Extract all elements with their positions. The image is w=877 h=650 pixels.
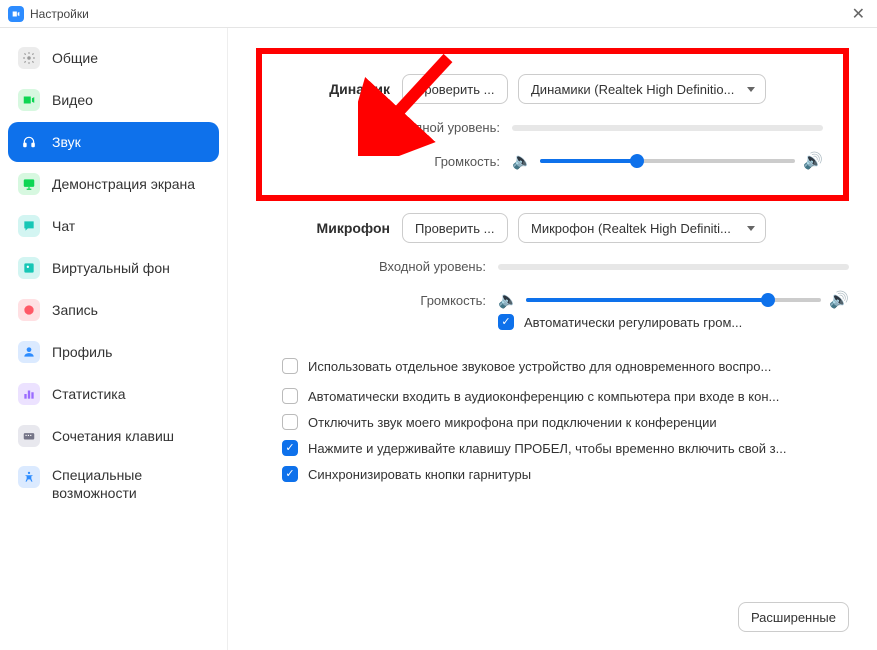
volume-low-icon: 🔈 (498, 290, 518, 310)
option-label: Синхронизировать кнопки гарнитуры (308, 467, 531, 482)
sidebar-label: Сочетания клавиш (52, 428, 174, 444)
advanced-button[interactable]: Расширенные (738, 602, 849, 632)
option-label: Автоматически входить в аудиоконференцию… (308, 389, 779, 404)
sidebar-label: Профиль (52, 344, 112, 360)
option-label: Нажмите и удерживайте клавишу ПРОБЕЛ, чт… (308, 441, 786, 456)
sidebar-item-profile[interactable]: Профиль (8, 332, 219, 372)
mic-volume-label: Громкость: (282, 293, 498, 308)
sidebar-item-recording[interactable]: Запись (8, 290, 219, 330)
sidebar-label: Специальные возможности (52, 466, 209, 502)
auto-adjust-checkbox[interactable] (498, 314, 514, 330)
test-speaker-button[interactable]: Проверить ... (402, 74, 508, 104)
mic-input-level (498, 264, 849, 270)
mute-on-join-checkbox[interactable] (282, 414, 298, 430)
speaker-device-dropdown[interactable]: Динамики (Realtek High Definitio... (518, 74, 766, 104)
output-level-label: Выходной уровень: (282, 120, 512, 135)
sidebar-item-chat[interactable]: Чат (8, 206, 219, 246)
content-panel: Динамик Проверить ... Динамики (Realtek … (228, 28, 877, 650)
sidebar-item-audio[interactable]: Звук (8, 122, 219, 162)
input-level-label: Входной уровень: (282, 259, 498, 274)
auto-join-audio-checkbox[interactable] (282, 388, 298, 404)
sync-headset-checkbox[interactable] (282, 466, 298, 482)
speaker-section-highlight: Динамик Проверить ... Динамики (Realtek … (256, 48, 849, 201)
sidebar-item-virtual-bg[interactable]: Виртуальный фон (8, 248, 219, 288)
sidebar-item-general[interactable]: Общие (8, 38, 219, 78)
sidebar-item-video[interactable]: Видео (8, 80, 219, 120)
volume-high-icon: 🔊 (803, 151, 823, 171)
space-unmute-checkbox[interactable] (282, 440, 298, 456)
window-title: Настройки (30, 7, 89, 21)
auto-adjust-row: Автоматически регулировать гром... (498, 314, 849, 330)
sidebar-label: Демонстрация экрана (52, 176, 195, 192)
mic-heading: Микрофон (282, 220, 402, 236)
sidebar-label: Статистика (52, 386, 126, 402)
sidebar-item-share-screen[interactable]: Демонстрация экрана (8, 164, 219, 204)
sidebar-label: Видео (52, 92, 93, 108)
sidebar-item-statistics[interactable]: Статистика (8, 374, 219, 414)
option-label: Отключить звук моего микрофона при подкл… (308, 415, 717, 430)
sidebar-label: Общие (52, 50, 98, 66)
sidebar-label: Запись (52, 302, 98, 318)
option-label: Использовать отдельное звуковое устройст… (308, 359, 771, 374)
auto-adjust-label: Автоматически регулировать гром... (524, 315, 742, 330)
speaker-volume-label: Громкость: (282, 154, 512, 169)
sidebar-item-accessibility[interactable]: Специальные возможности (8, 458, 219, 510)
sidebar-item-shortcuts[interactable]: Сочетания клавиш (8, 416, 219, 456)
mic-volume-slider[interactable] (526, 298, 821, 302)
sidebar: Общие Видео Звук Демонстрация экрана Чат… (0, 28, 228, 650)
separate-device-checkbox[interactable] (282, 358, 298, 374)
volume-low-icon: 🔈 (512, 151, 532, 171)
test-mic-button[interactable]: Проверить ... (402, 213, 508, 243)
titlebar: Настройки ✕ (0, 0, 877, 28)
mic-device-dropdown[interactable]: Микрофон (Realtek High Definiti... (518, 213, 766, 243)
sidebar-label: Виртуальный фон (52, 260, 170, 276)
app-icon (8, 6, 24, 22)
sidebar-label: Звук (52, 134, 81, 150)
speaker-output-level (512, 125, 823, 131)
volume-high-icon: 🔊 (829, 290, 849, 310)
speaker-heading: Динамик (282, 81, 402, 97)
sidebar-label: Чат (52, 218, 75, 234)
close-icon[interactable]: ✕ (848, 4, 869, 24)
speaker-volume-slider[interactable] (540, 159, 795, 163)
